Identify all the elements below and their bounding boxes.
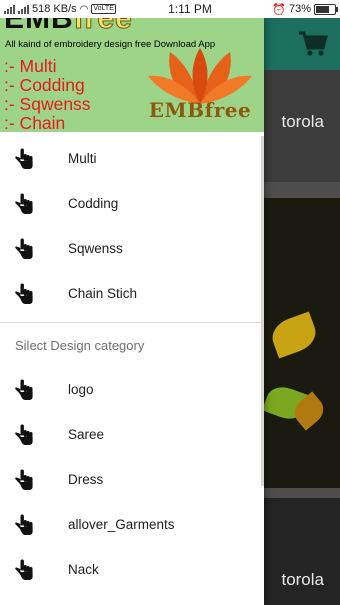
app-logo: EMBfree <box>140 46 262 130</box>
category-section-title: Silect Design category <box>15 338 145 353</box>
volte-badge: VoLTE <box>91 4 116 14</box>
category-item-saree[interactable]: Saree <box>0 412 264 457</box>
hand-pointer-icon <box>15 379 33 400</box>
category-item-nack[interactable]: Nack <box>0 547 264 592</box>
hand-pointer-icon <box>15 283 33 304</box>
drawer-scrollbar[interactable] <box>261 136 264 486</box>
header-line-codding: :- Codding <box>4 75 85 95</box>
wifi-icon: ◠ <box>79 3 89 15</box>
embroidery-leaf-image <box>267 311 321 359</box>
card-brand-text: torola <box>281 112 324 131</box>
status-right: ⏰ 73% <box>272 3 338 16</box>
menu-list: Multi Codding Sqwenss Chain Stich <box>0 132 264 316</box>
category-item-logo[interactable]: logo <box>0 367 264 412</box>
battery-percent: 73% <box>288 3 311 15</box>
product-card[interactable]: torola <box>264 498 340 605</box>
cart-icon[interactable] <box>298 30 328 58</box>
hand-pointer-icon <box>15 238 33 259</box>
header-brand-title: EMBfree <box>4 18 133 36</box>
category-item-label: logo <box>68 382 94 397</box>
navigation-drawer: EMBfree All kaind of embroidery design f… <box>0 18 264 605</box>
battery-icon <box>314 3 338 15</box>
header-line-sqwenss: :- Sqwenss <box>4 94 91 114</box>
alarm-icon: ⏰ <box>272 3 286 16</box>
menu-item-chain-stich[interactable]: Chain Stich <box>0 271 264 316</box>
card-brand-text: torola <box>281 570 324 589</box>
menu-item-label: Chain Stich <box>68 286 138 301</box>
logo-text: EMBfree <box>148 98 252 122</box>
status-time: 1:11 PM <box>168 2 212 16</box>
product-card[interactable] <box>262 198 340 488</box>
drawer-header: EMBfree All kaind of embroidery design f… <box>0 18 264 132</box>
status-left: 518 KB/s ◠ VoLTE <box>4 3 154 15</box>
hand-pointer-icon <box>15 193 33 214</box>
menu-item-multi[interactable]: Multi <box>0 136 264 181</box>
hand-pointer-icon <box>15 469 33 490</box>
lotus-logo-icon <box>148 48 252 104</box>
category-item-label: Dress <box>68 472 104 487</box>
category-item-label: Nack <box>68 562 99 577</box>
menu-item-label: Codding <box>68 196 119 211</box>
menu-item-label: Sqwenss <box>68 241 123 256</box>
network-speed: 518 KB/s <box>32 3 77 15</box>
menu-item-sqwenss[interactable]: Sqwenss <box>0 226 264 271</box>
hand-pointer-icon <box>15 559 33 580</box>
menu-item-codding[interactable]: Codding <box>0 181 264 226</box>
header-line-chain: :- Chain <box>4 113 66 132</box>
category-item-allover-garments[interactable]: allover_Garments <box>0 502 264 547</box>
signal-icon <box>4 4 15 14</box>
menu-item-label: Multi <box>68 151 97 166</box>
brand-prefix: EMB <box>4 18 74 35</box>
status-bar: 518 KB/s ◠ VoLTE 1:11 PM ⏰ 73% <box>0 0 340 18</box>
brand-suffix: free <box>73 18 133 36</box>
header-line-multi: :- Multi <box>4 56 57 76</box>
product-card[interactable]: torola <box>264 70 340 182</box>
hand-pointer-icon <box>15 514 33 535</box>
signal-2-icon <box>18 4 29 14</box>
category-item-dress[interactable]: Dress <box>0 457 264 502</box>
category-item-label: Saree <box>68 427 105 442</box>
category-list: logo Saree Dress allover_Garments Nack <box>0 367 264 592</box>
hand-pointer-icon <box>15 424 33 445</box>
category-item-label: allover_Garments <box>68 517 175 532</box>
hand-pointer-icon <box>15 148 33 169</box>
